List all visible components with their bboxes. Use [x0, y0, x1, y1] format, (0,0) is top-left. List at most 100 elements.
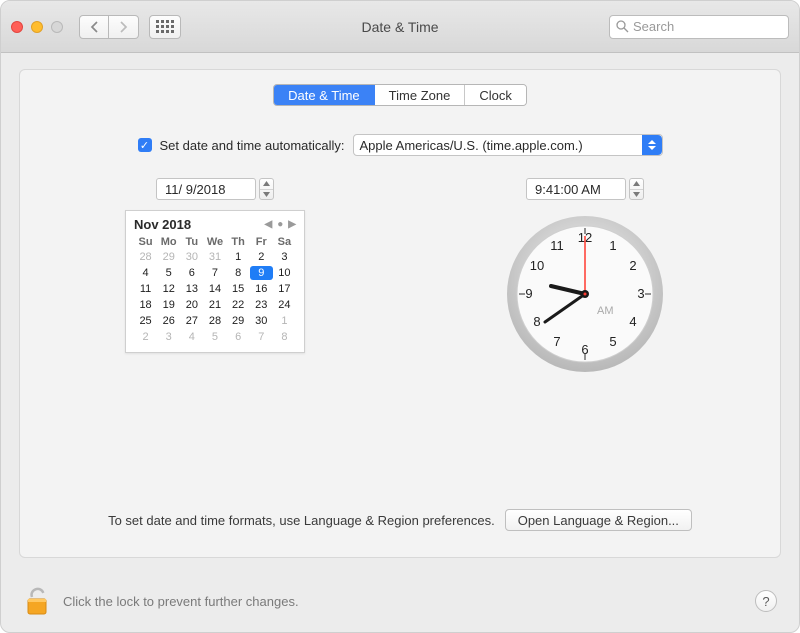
calendar-day-dim[interactable]: 2 [134, 330, 157, 344]
forward-button[interactable] [109, 15, 139, 39]
svg-text:7: 7 [553, 334, 560, 349]
tab-date-time[interactable]: Date & Time [274, 85, 375, 105]
time-field[interactable]: 9:41:00 AM [526, 178, 626, 200]
time-stepper[interactable] [629, 178, 644, 200]
lock-icon[interactable] [23, 585, 51, 617]
calendar-day[interactable]: 7 [203, 266, 226, 280]
calendar: Nov 2018 ◀ ● ▶ SuMoTuWeThFrSa28293031123… [125, 210, 305, 353]
search-icon [616, 20, 629, 33]
traffic-lights [11, 21, 63, 33]
svg-text:2: 2 [629, 258, 636, 273]
clock-ampm: AM [597, 305, 614, 317]
search-placeholder: Search [633, 19, 674, 34]
calendar-day[interactable]: 12 [157, 282, 180, 296]
back-button[interactable] [79, 15, 109, 39]
calendar-day[interactable]: 24 [273, 298, 296, 312]
calendar-day[interactable]: 15 [227, 282, 250, 296]
calendar-dow: Th [227, 236, 250, 248]
calendar-dow: Sa [273, 236, 296, 248]
calendar-dow: Mo [157, 236, 180, 248]
lock-text: Click the lock to prevent further change… [63, 594, 299, 609]
calendar-day-dim[interactable]: 29 [157, 250, 180, 264]
search-input[interactable]: Search [609, 15, 789, 39]
calendar-day[interactable]: 17 [273, 282, 296, 296]
calendar-day[interactable]: 2 [250, 250, 273, 264]
tab-clock[interactable]: Clock [465, 85, 526, 105]
calendar-day[interactable]: 25 [134, 314, 157, 328]
calendar-day-dim[interactable]: 4 [180, 330, 203, 344]
time-column: 9:41:00 AM [430, 178, 740, 374]
time-server-value: Apple Americas/U.S. (time.apple.com.) [360, 138, 583, 153]
auto-label: Set date and time automatically: [160, 138, 345, 153]
svg-text:8: 8 [533, 314, 540, 329]
calendar-day-dim[interactable]: 28 [134, 250, 157, 264]
calendar-dow: Tu [180, 236, 203, 248]
calendar-day[interactable]: 21 [203, 298, 226, 312]
calendar-day[interactable]: 1 [227, 250, 250, 264]
calendar-day-dim[interactable]: 8 [273, 330, 296, 344]
content-pane: Date & Time Time Zone Clock ✓ Set date a… [19, 69, 781, 558]
calendar-next-icon[interactable]: ▶ [288, 219, 296, 230]
calendar-day-dim[interactable]: 30 [180, 250, 203, 264]
open-language-region-button[interactable]: Open Language & Region... [505, 509, 692, 531]
time-server-dropdown[interactable]: Apple Americas/U.S. (time.apple.com.) [353, 134, 663, 156]
calendar-day-dim[interactable]: 5 [203, 330, 226, 344]
calendar-day[interactable]: 27 [180, 314, 203, 328]
titlebar: Date & Time Search [1, 1, 799, 53]
calendar-day-dim[interactable]: 7 [250, 330, 273, 344]
date-field[interactable]: 11/ 9/2018 [156, 178, 256, 200]
calendar-day[interactable]: 9 [250, 266, 273, 280]
calendar-day-dim[interactable]: 6 [227, 330, 250, 344]
calendar-title: Nov 2018 [134, 217, 191, 232]
chevron-updown-icon [642, 135, 662, 155]
formats-note: To set date and time formats, use Langua… [108, 513, 495, 528]
calendar-dow: Su [134, 236, 157, 248]
calendar-today-icon[interactable]: ● [277, 219, 283, 230]
calendar-day[interactable]: 29 [227, 314, 250, 328]
calendar-day[interactable]: 22 [227, 298, 250, 312]
minimize-icon[interactable] [31, 21, 43, 33]
calendar-day[interactable]: 20 [180, 298, 203, 312]
calendar-day[interactable]: 28 [203, 314, 226, 328]
tab-segmented-control: Date & Time Time Zone Clock [273, 84, 527, 106]
svg-text:11: 11 [550, 238, 564, 253]
auto-checkbox[interactable]: ✓ [138, 138, 152, 152]
date-stepper[interactable] [259, 178, 274, 200]
analog-clock: 12 1 2 3 4 5 6 7 8 9 10 11 [505, 214, 665, 374]
prefs-window: Date & Time Search Date & Time Time Zone… [0, 0, 800, 633]
show-all-button[interactable] [149, 15, 181, 39]
help-button[interactable]: ? [755, 590, 777, 612]
bottom-bar: Click the lock to prevent further change… [1, 570, 799, 632]
svg-text:3: 3 [637, 286, 644, 301]
calendar-day[interactable]: 6 [180, 266, 203, 280]
calendar-prev-icon[interactable]: ◀ [265, 219, 273, 230]
calendar-day[interactable]: 8 [227, 266, 250, 280]
calendar-day[interactable]: 19 [157, 298, 180, 312]
calendar-day[interactable]: 11 [134, 282, 157, 296]
date-column: 11/ 9/2018 Nov 2018 ◀ ● ▶ [60, 178, 370, 374]
svg-text:5: 5 [609, 334, 616, 349]
zoom-icon [51, 21, 63, 33]
calendar-day[interactable]: 18 [134, 298, 157, 312]
calendar-day[interactable]: 23 [250, 298, 273, 312]
calendar-day[interactable]: 4 [134, 266, 157, 280]
calendar-day[interactable]: 13 [180, 282, 203, 296]
calendar-day-dim[interactable]: 31 [203, 250, 226, 264]
calendar-day[interactable]: 3 [273, 250, 296, 264]
calendar-day-dim[interactable]: 1 [273, 314, 296, 328]
calendar-day[interactable]: 10 [273, 266, 296, 280]
calendar-day[interactable]: 30 [250, 314, 273, 328]
calendar-day[interactable]: 16 [250, 282, 273, 296]
close-icon[interactable] [11, 21, 23, 33]
svg-text:6: 6 [581, 342, 588, 357]
svg-text:4: 4 [629, 314, 636, 329]
tab-time-zone[interactable]: Time Zone [375, 85, 466, 105]
calendar-day[interactable]: 26 [157, 314, 180, 328]
svg-text:10: 10 [530, 258, 544, 273]
calendar-day[interactable]: 5 [157, 266, 180, 280]
svg-text:9: 9 [525, 286, 532, 301]
svg-text:1: 1 [609, 238, 616, 253]
calendar-dow: Fr [250, 236, 273, 248]
calendar-day[interactable]: 14 [203, 282, 226, 296]
calendar-day-dim[interactable]: 3 [157, 330, 180, 344]
